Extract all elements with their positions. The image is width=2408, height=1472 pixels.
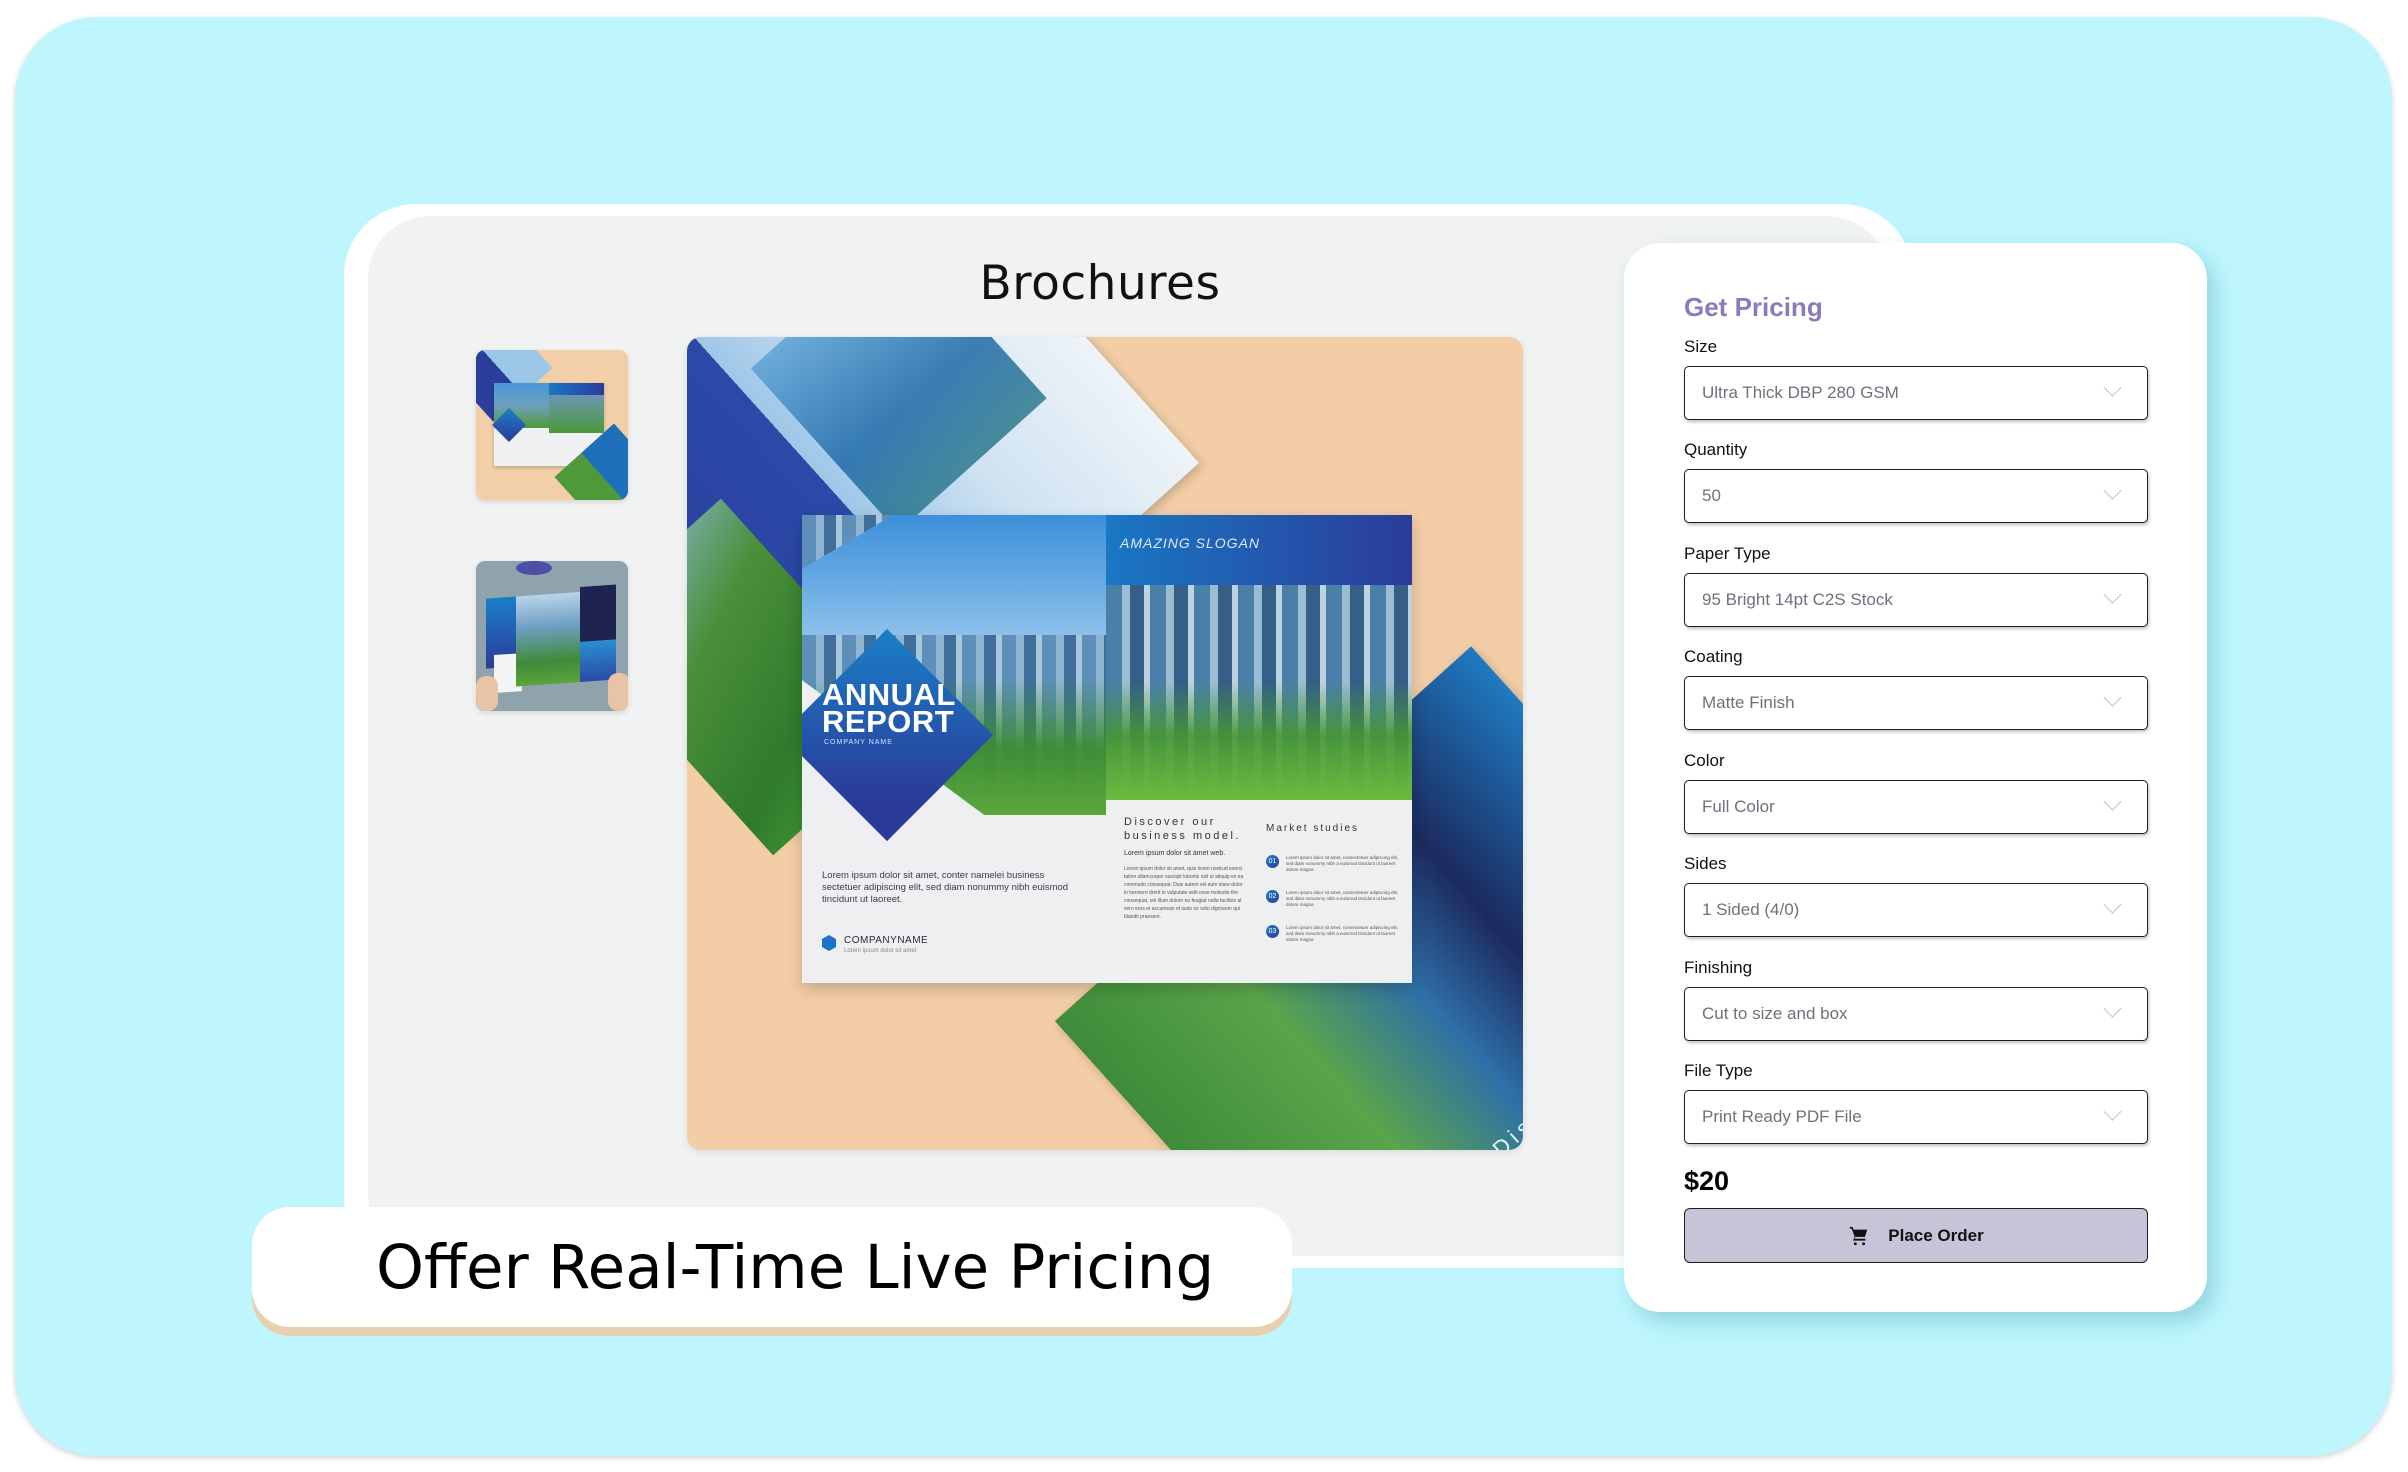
chevron-down-icon bbox=[2103, 481, 2122, 500]
cart-icon bbox=[1850, 1226, 1868, 1245]
file-type-select[interactable]: Print Ready PDF File bbox=[1684, 1090, 2148, 1144]
finishing-select[interactable]: Cut to size and box bbox=[1684, 987, 2148, 1041]
place-order-button[interactable]: Place Order bbox=[1684, 1208, 2148, 1263]
quantity-label: Quantity bbox=[1684, 440, 1748, 459]
sides-label: Sides bbox=[1684, 854, 1727, 873]
chevron-down-icon bbox=[2103, 378, 2122, 397]
color-value: Full Color bbox=[1702, 797, 1775, 816]
hand-left bbox=[476, 676, 498, 711]
company-tagline: Lorem ipsum dolor sit amet bbox=[844, 948, 917, 954]
paper-type-select[interactable]: 95 Bright 14pt C2S Stock bbox=[1684, 573, 2148, 627]
thumbnail-1[interactable] bbox=[476, 350, 628, 500]
coating-select[interactable]: Matte Finish bbox=[1684, 676, 2148, 730]
cover-title: ANNUAL REPORT bbox=[822, 677, 956, 739]
brochure-inside: AMAZING SLOGAN Discover our business mod… bbox=[1106, 515, 1412, 983]
page-title: Brochures bbox=[979, 256, 1221, 311]
pricing-title: Get Pricing bbox=[1684, 292, 1823, 322]
cover-subtitle: COMPANY NAME bbox=[824, 739, 893, 746]
color-select[interactable]: Full Color bbox=[1684, 780, 2148, 834]
discover-body: Lorem ipsum dolor sit amet, quis loveri … bbox=[1124, 866, 1244, 920]
banner-text: Offer Real-Time Live Pricing bbox=[376, 1232, 1215, 1303]
finishing-value: Cut to size and box bbox=[1702, 1004, 1848, 1023]
chevron-down-icon bbox=[2103, 792, 2122, 811]
size-select[interactable]: Ultra Thick DBP 280 GSM bbox=[1684, 366, 2148, 420]
sides-value: 1 Sided (4/0) bbox=[1702, 900, 1800, 919]
city-photo-right bbox=[1106, 585, 1412, 800]
place-order-label: Place Order bbox=[1888, 1225, 1984, 1245]
chevron-down-icon bbox=[2103, 585, 2122, 604]
color-label: Color bbox=[1684, 751, 1725, 770]
coating-value: Matte Finish bbox=[1702, 693, 1795, 712]
cover-body: Lorem ipsum dolor sit amet, conter namel… bbox=[822, 870, 1069, 905]
chevron-down-icon bbox=[2103, 999, 2122, 1018]
chevron-down-icon bbox=[2103, 688, 2122, 707]
hand-right bbox=[608, 673, 628, 711]
paper-type-label: Paper Type bbox=[1684, 544, 1771, 563]
quantity-value: 50 bbox=[1702, 486, 1721, 505]
company-logo-icon bbox=[822, 935, 836, 951]
file-type-label: File Type bbox=[1684, 1061, 1753, 1080]
price-total: $20 bbox=[1684, 1166, 1730, 1196]
slogan: AMAZING SLOGAN bbox=[1120, 535, 1261, 551]
chevron-down-icon bbox=[2103, 895, 2122, 914]
chevron-down-icon bbox=[2103, 1102, 2122, 1121]
thumbnail-2[interactable] bbox=[476, 561, 628, 711]
discover-subtitle: Lorem ipsum dolor sit amet web. bbox=[1124, 850, 1226, 857]
company-name: COMPANYNAME bbox=[844, 935, 929, 946]
coating-label: Coating bbox=[1684, 647, 1743, 666]
finishing-label: Finishing bbox=[1684, 958, 1753, 977]
sides-select[interactable]: 1 Sided (4/0) bbox=[1684, 883, 2148, 937]
flower-decoration bbox=[516, 561, 552, 575]
brochure-spread: ANNUAL REPORT COMPANY NAME Lorem ipsum d… bbox=[802, 515, 1412, 983]
paper-type-value: 95 Bright 14pt C2S Stock bbox=[1702, 590, 1893, 609]
size-label: Size bbox=[1684, 337, 1718, 356]
brochure-cover: ANNUAL REPORT COMPANY NAME Lorem ipsum d… bbox=[802, 515, 1106, 983]
thumbnail-brochure bbox=[486, 584, 618, 694]
size-value: Ultra Thick DBP 280 GSM bbox=[1702, 383, 1899, 402]
quantity-select[interactable]: 50 bbox=[1684, 469, 2148, 523]
main-product-image: Discover our business model ANNUAL REPOR… bbox=[687, 337, 1523, 1150]
market-title: Market studies bbox=[1266, 823, 1360, 834]
file-type-value: Print Ready PDF File bbox=[1702, 1107, 1862, 1126]
discover-title: Discover our business model. bbox=[1124, 816, 1241, 842]
